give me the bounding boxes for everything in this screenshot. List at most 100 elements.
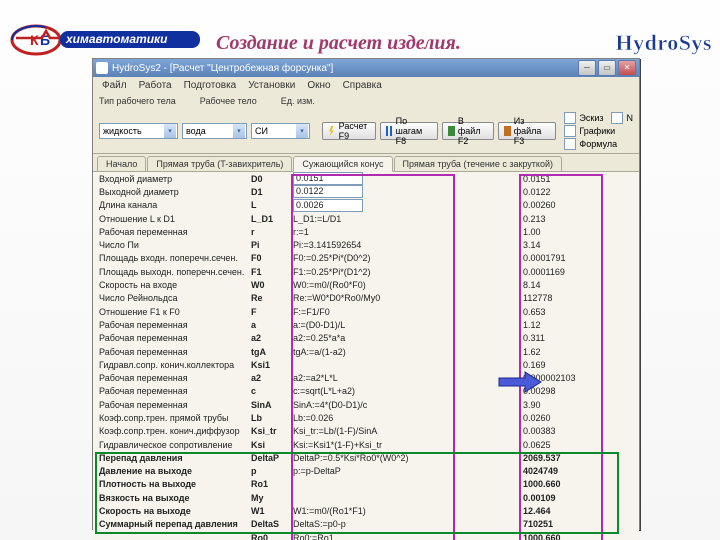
menu-window[interactable]: Окно: [302, 79, 335, 92]
formula-cell: Pi:=3.141592654: [293, 240, 361, 250]
param-symbol: a2: [251, 373, 293, 383]
param-symbol: D1: [251, 187, 293, 197]
select-units[interactable]: СИ: [251, 123, 310, 139]
minimize-button[interactable]: ─: [578, 60, 596, 76]
label-worktype: Тип рабочего тела: [99, 96, 176, 106]
tab-cone[interactable]: Сужающийся конус: [293, 156, 392, 172]
param-formula: a:=(D0-D1)/L: [293, 320, 453, 330]
param-name: Рабочая переменная: [99, 386, 251, 396]
tofile-button[interactable]: В файл F2: [442, 122, 494, 140]
param-symbol: Lb: [251, 413, 293, 423]
step-button[interactable]: По шагам F8: [380, 122, 438, 140]
param-formula: a2:=0.25*a*a: [293, 333, 453, 343]
titlebar: HydroSys2 - [Расчет "Центробежная форсун…: [93, 59, 639, 77]
data-row: Суммарный перепад давленияDeltaSDeltaS:=…: [93, 518, 639, 531]
param-formula: F0:=0.25*Pi*(D0^2): [293, 253, 453, 263]
param-formula: SinA:=4*(D0-D1)/c: [293, 400, 453, 410]
param-formula: L_D1:=L/D1: [293, 214, 453, 224]
svg-text:химавтоматики: химавтоматики: [65, 32, 168, 46]
param-symbol: Ksi1: [251, 360, 293, 370]
param-name: Коэф.сопр.трен. конич.диффузор: [99, 426, 251, 436]
label-units: Ед. изм.: [281, 96, 315, 106]
formula-cell: Ro0:=Ro1: [293, 533, 334, 540]
select-worktype2[interactable]: вода: [182, 123, 247, 139]
param-name: Рабочая переменная: [99, 227, 251, 237]
value-input[interactable]: 0.0122: [293, 185, 363, 198]
param-formula: 0.0026: [293, 199, 453, 212]
value-input[interactable]: 0.0026: [293, 199, 363, 212]
param-name: Входной диаметр: [99, 174, 251, 184]
app-window: HydroSys2 - [Расчет "Центробежная форсун…: [92, 58, 640, 530]
param-symbol: DeltaS: [251, 519, 293, 529]
param-value: 2069.537: [453, 453, 639, 463]
param-name: Число Пи: [99, 240, 251, 250]
param-value: 1.62: [453, 347, 639, 357]
formula-cell: W1:=m0/(Ro1*F1): [293, 506, 366, 516]
menu-settings[interactable]: Установки: [243, 79, 300, 92]
param-value: 0.000002103: [453, 373, 639, 383]
chk-graphs[interactable]: Графики: [564, 125, 633, 137]
tab-pipe1[interactable]: Прямая труба (T-завихритель): [147, 156, 292, 171]
calc-button[interactable]: Расчет F9: [322, 122, 376, 140]
data-row: Число РейнольдсаReRe:=W0*D0*Ro0/My011277…: [93, 292, 639, 305]
data-row: Коэф.сопр.трен. прямой трубыLbLb:=0.0260…: [93, 411, 639, 424]
param-symbol: Ksi_tr: [251, 426, 293, 436]
chk-n[interactable]: N: [611, 112, 633, 124]
menu-work[interactable]: Работа: [134, 79, 177, 92]
param-formula: DeltaS:=p0-p: [293, 519, 453, 529]
param-value: 0.0122: [453, 187, 639, 197]
fromfile-button[interactable]: Из файла F3: [498, 122, 557, 140]
chk-sketch[interactable]: Эскиз: [564, 112, 603, 124]
param-value: 0.00383: [453, 426, 639, 436]
menu-prepare[interactable]: Подготовка: [179, 79, 242, 92]
close-button[interactable]: ✕: [618, 60, 636, 76]
brand-label: HydroSys: [615, 30, 712, 56]
tabs: Начало Прямая труба (T-завихритель) Сужа…: [93, 154, 639, 172]
data-row: Вязкость на выходеMy0.00109: [93, 491, 639, 504]
param-name: Отношение F1 к F0: [99, 307, 251, 317]
data-row: Рабочая переменнаяa2a2:=0.25*a*a0.311: [93, 332, 639, 345]
param-value: 0.00298: [453, 386, 639, 396]
param-name: Рабочая переменная: [99, 333, 251, 343]
param-formula: 0.0151: [293, 172, 453, 185]
menu-file[interactable]: Файл: [97, 79, 132, 92]
param-symbol: r: [251, 227, 293, 237]
param-symbol: Ro0: [251, 533, 293, 540]
param-formula: F:=F1/F0: [293, 307, 453, 317]
param-symbol: SinA: [251, 400, 293, 410]
data-grid: Входной диаметрD00.01510.0151Выходной ди…: [93, 172, 639, 540]
maximize-button[interactable]: ▭: [598, 60, 616, 76]
data-row: Число ПиPiPi:=3.1415926543.14: [93, 238, 639, 251]
label-worktype2: Рабочее тело: [200, 96, 257, 106]
tab-pipe2[interactable]: Прямая труба (течение с закруткой): [394, 156, 562, 171]
param-symbol: p: [251, 466, 293, 476]
formula-cell: a:=(D0-D1)/L: [293, 320, 345, 330]
param-name: Выходной диаметр: [99, 187, 251, 197]
menu-help[interactable]: Справка: [338, 79, 387, 92]
data-row: Рабочая переменнаяa2a2:=a2*L*L0.00000210…: [93, 371, 639, 384]
lightning-icon: [328, 126, 335, 136]
data-row: Выходной диаметрD10.01220.0122: [93, 185, 639, 198]
select-worktype[interactable]: жидкость: [99, 123, 178, 139]
chk-formula[interactable]: Формула: [564, 138, 633, 150]
tab-start[interactable]: Начало: [97, 156, 146, 171]
formula-cell: p:=p-DeltaP: [293, 466, 341, 476]
param-value: 0.213: [453, 214, 639, 224]
param-formula: Pi:=3.141592654: [293, 240, 453, 250]
svg-text:К: К: [30, 32, 39, 48]
value-input[interactable]: 0.0151: [293, 172, 363, 185]
param-name: Рабочая переменная: [99, 347, 251, 357]
formula-cell: Ksi:=Ksi1*(1-F)+Ksi_tr: [293, 440, 382, 450]
param-value: 0.0001169: [453, 267, 639, 277]
data-row: Длина каналаL0.00260.00260: [93, 199, 639, 212]
data-row: Ro0Ro0:=Ro11000.660: [93, 531, 639, 540]
data-row: Отношение L к D1L_D1L_D1:=L/D10.213: [93, 212, 639, 225]
param-value: 0.0151: [453, 174, 639, 184]
param-name: Отношение L к D1: [99, 214, 251, 224]
param-value: 12.464: [453, 506, 639, 516]
param-symbol: Re: [251, 293, 293, 303]
formula-cell: W0:=m0/(Ro0*F0): [293, 280, 366, 290]
param-symbol: a: [251, 320, 293, 330]
param-value: 1.12: [453, 320, 639, 330]
param-value: 0.0001791: [453, 253, 639, 263]
